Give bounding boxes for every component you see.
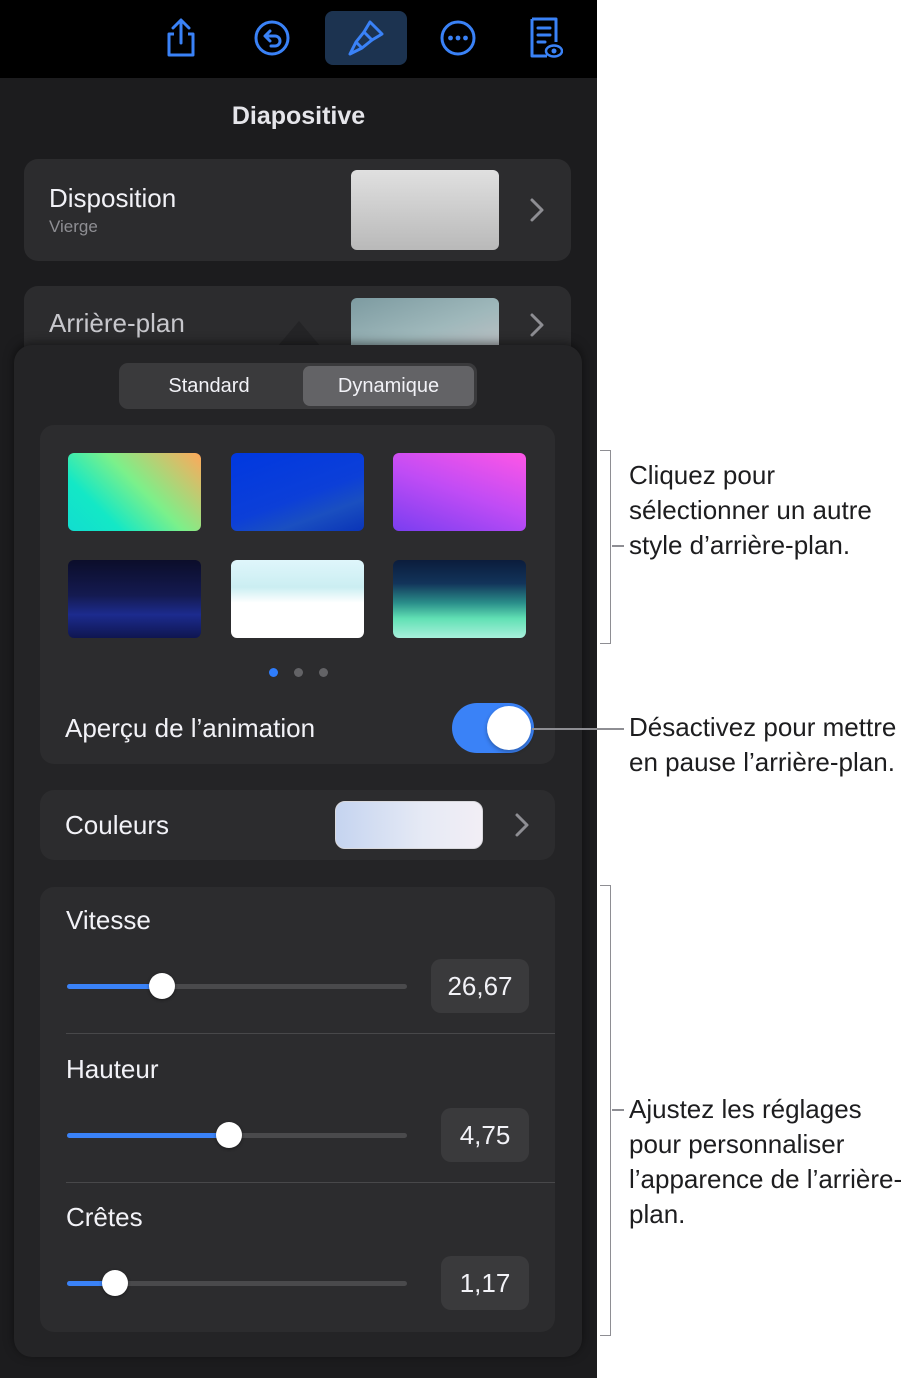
background-style-purple[interactable] (393, 453, 526, 531)
layout-sublabel: Vierge (49, 217, 98, 236)
segment-dynamique[interactable]: Dynamique (303, 366, 474, 406)
format-brush-icon (348, 20, 384, 56)
page-dot-2[interactable] (294, 668, 303, 677)
height-label: Hauteur (66, 1054, 159, 1084)
background-style-blue[interactable] (231, 453, 364, 531)
undo-button[interactable] (242, 11, 302, 65)
background-styles-card: Aperçu de l’animation (40, 425, 555, 764)
crests-slider-knob[interactable] (102, 1270, 128, 1296)
animation-preview-toggle[interactable] (452, 703, 534, 753)
toolbar (0, 0, 597, 78)
background-style-teal-hills[interactable] (393, 560, 526, 638)
speed-slider-fill (67, 984, 162, 989)
format-panel: Diapositive Disposition Vierge Arrière-p… (0, 0, 597, 1378)
layout-row[interactable]: Disposition Vierge (24, 159, 571, 261)
height-value[interactable]: 4,75 (441, 1108, 529, 1162)
colors-label: Couleurs (65, 810, 170, 840)
page-dot-1[interactable] (269, 668, 278, 677)
colors-swatch (335, 801, 483, 849)
colors-row[interactable]: Couleurs (40, 790, 555, 860)
callout-sliders: Ajustez les réglages pour personnaliser … (629, 1094, 903, 1229)
share-button[interactable] (151, 11, 211, 65)
share-icon (167, 18, 195, 57)
background-label: Arrière-plan (49, 308, 185, 338)
speed-slider[interactable] (67, 973, 407, 999)
more-icon (440, 20, 476, 56)
animation-preview-label: Aperçu de l’animation (65, 713, 316, 743)
format-button[interactable] (325, 11, 407, 65)
background-style-gradient-green[interactable] (68, 453, 201, 531)
presenter-notes-button[interactable] (515, 11, 575, 65)
chevron-right-icon (515, 813, 529, 837)
divider (66, 1182, 555, 1183)
layout-label: Disposition (49, 183, 177, 213)
speed-value[interactable]: 26,67 (431, 959, 529, 1013)
toggle-knob (487, 706, 531, 750)
callout-styles: Cliquez pour sélectionner un autre style… (629, 460, 872, 560)
crests-slider[interactable] (67, 1270, 407, 1296)
callout-line-toggle (532, 728, 624, 730)
chevron-right-icon (530, 313, 544, 337)
popover-arrow (277, 321, 321, 347)
background-popover: Standard Dynamique Aperçu de l’animation… (14, 345, 582, 1357)
panel-title: Diapositive (231, 102, 366, 130)
segment-standard[interactable]: Standard (122, 366, 296, 406)
more-button[interactable] (428, 11, 488, 65)
divider (66, 1033, 555, 1034)
height-slider-knob[interactable] (216, 1122, 242, 1148)
segmented-control: Standard Dynamique (119, 363, 477, 409)
callout-toggle: Désactivez pour mettre en pause l’arrièr… (629, 712, 897, 777)
speed-slider-knob[interactable] (149, 973, 175, 999)
chevron-right-icon (530, 198, 544, 222)
crests-label: Crêtes (66, 1202, 143, 1232)
presenter-notes-icon (530, 17, 563, 58)
callout-tick (612, 1109, 624, 1111)
page-dot-3[interactable] (319, 668, 328, 677)
callout-bracket-sliders (600, 885, 611, 1336)
background-style-sky[interactable] (231, 560, 364, 638)
background-style-night[interactable] (68, 560, 201, 638)
height-slider[interactable] (67, 1122, 407, 1148)
callout-bracket-styles (600, 450, 611, 644)
height-slider-fill (67, 1133, 229, 1138)
callout-tick (612, 545, 624, 547)
crests-value[interactable]: 1,17 (441, 1256, 529, 1310)
sliders-card: Vitesse 26,67 Hauteur 4,75 Crêtes 1,17 (40, 887, 555, 1332)
layout-thumbnail (351, 170, 499, 250)
speed-label: Vitesse (66, 905, 151, 935)
undo-icon (254, 20, 290, 56)
